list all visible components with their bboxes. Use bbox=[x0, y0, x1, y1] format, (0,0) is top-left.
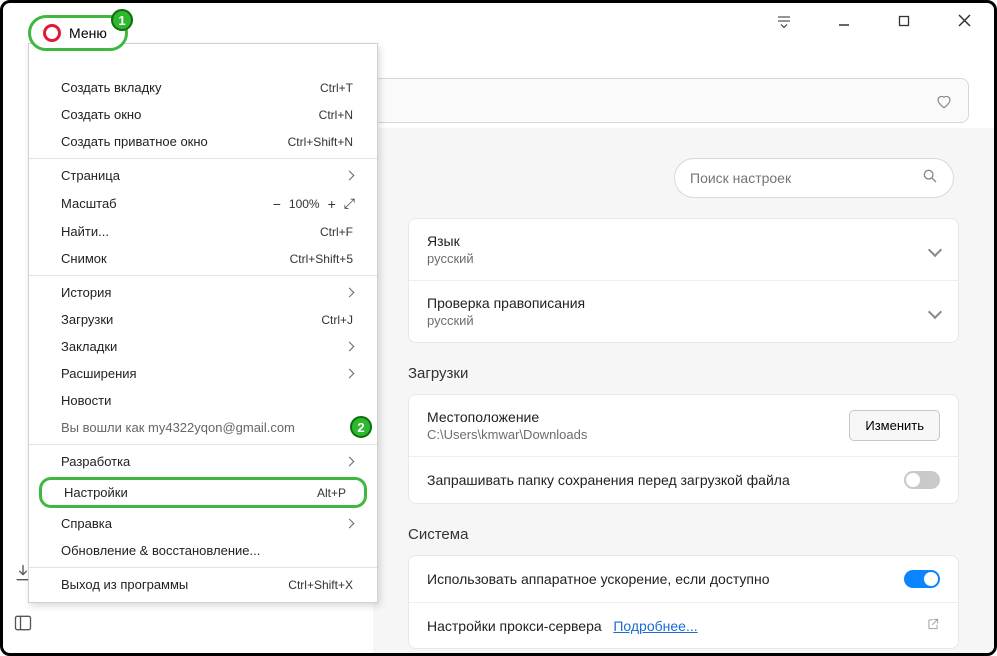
menu-new-window[interactable]: Создать окно Ctrl+N bbox=[29, 101, 377, 128]
menu-update-recovery[interactable]: Обновление & восстановление... bbox=[29, 537, 377, 564]
spellcheck-row[interactable]: Проверка правописания русский bbox=[409, 280, 958, 342]
proxy-more-link[interactable]: Подробнее... bbox=[613, 618, 697, 634]
menu-item-label: Расширения bbox=[61, 366, 137, 381]
chevron-right-icon bbox=[345, 457, 355, 467]
window-close[interactable] bbox=[949, 14, 979, 32]
menu-quit[interactable]: Выход из программы Ctrl+Shift+X bbox=[29, 571, 377, 598]
chevron-down-icon bbox=[928, 304, 942, 318]
shortcut: Ctrl+Shift+X bbox=[288, 578, 353, 592]
location-label: Местоположение bbox=[427, 409, 587, 425]
chevron-right-icon bbox=[345, 171, 355, 181]
chevron-right-icon bbox=[345, 369, 355, 379]
menu-item-label: Вы вошли как my4322yqon@gmail.com bbox=[61, 420, 295, 435]
menu-item-label: Обновление & восстановление... bbox=[61, 543, 260, 558]
annotation-badge-1: 1 bbox=[111, 9, 133, 31]
fullscreen-icon[interactable]: ⤢ bbox=[344, 195, 353, 212]
settings-search[interactable] bbox=[674, 158, 954, 198]
menu-find[interactable]: Найти... Ctrl+F bbox=[29, 218, 377, 245]
download-location-row: Местоположение C:\Users\kmwar\Downloads … bbox=[409, 395, 958, 456]
menu-snapshot[interactable]: Снимок Ctrl+Shift+5 bbox=[29, 245, 377, 272]
menu-logged-in-as: Вы вошли как my4322yqon@gmail.com bbox=[29, 414, 377, 441]
menu-item-label: Справка bbox=[61, 516, 112, 531]
menu-extensions[interactable]: Расширения bbox=[29, 360, 377, 387]
downloads-section-title: Загрузки bbox=[408, 365, 984, 382]
browser-prefs-icon[interactable] bbox=[769, 13, 799, 34]
hw-accel-row[interactable]: Использовать аппаратное ускорение, если … bbox=[409, 556, 958, 602]
shortcut: Ctrl+F bbox=[320, 225, 353, 239]
menu-downloads[interactable]: Загрузки Ctrl+J bbox=[29, 306, 377, 333]
chevron-down-icon bbox=[928, 242, 942, 256]
language-label: Язык bbox=[427, 233, 474, 249]
main-menu-panel: Создать вкладку Ctrl+T Создать окно Ctrl… bbox=[28, 43, 378, 603]
menu-item-label: Новости bbox=[61, 393, 111, 408]
change-button[interactable]: Изменить bbox=[849, 410, 940, 441]
menu-item-label: Создать приватное окно bbox=[61, 134, 208, 149]
shortcut: Alt+P bbox=[317, 486, 346, 500]
proxy-row[interactable]: Настройки прокси-сервера Подробнее... bbox=[409, 602, 958, 648]
shortcut: Ctrl+T bbox=[320, 81, 353, 95]
menu-item-label: Закладки bbox=[61, 339, 117, 354]
external-link-icon bbox=[926, 617, 940, 634]
ask-folder-label: Запрашивать папку сохранения перед загру… bbox=[427, 472, 790, 488]
menu-item-label: Создать вкладку bbox=[61, 80, 162, 95]
address-bar-area bbox=[373, 78, 969, 123]
menu-item-label: Снимок bbox=[61, 251, 107, 266]
menu-settings[interactable]: Настройки Alt+P bbox=[42, 480, 360, 505]
proxy-label: Настройки прокси-сервера bbox=[427, 618, 602, 634]
menu-new-private-window[interactable]: Создать приватное окно Ctrl+Shift+N bbox=[29, 128, 377, 155]
ask-folder-row[interactable]: Запрашивать папку сохранения перед загру… bbox=[409, 456, 958, 503]
menu-help[interactable]: Справка bbox=[29, 510, 377, 537]
spellcheck-value: русский bbox=[427, 313, 585, 328]
menu-zoom[interactable]: Масштаб − 100% + ⤢ bbox=[29, 189, 377, 218]
zoom-out-icon[interactable]: − bbox=[273, 196, 281, 212]
menu-news[interactable]: Новости bbox=[29, 387, 377, 414]
menu-item-label: История bbox=[61, 285, 111, 300]
search-icon bbox=[922, 168, 938, 189]
menu-item-label: Разработка bbox=[61, 454, 130, 469]
language-row[interactable]: Язык русский bbox=[409, 219, 958, 280]
shortcut: Ctrl+Shift+5 bbox=[290, 252, 353, 266]
hw-accel-toggle[interactable] bbox=[904, 570, 940, 588]
ask-folder-toggle[interactable] bbox=[904, 471, 940, 489]
location-value: C:\Users\kmwar\Downloads bbox=[427, 427, 587, 442]
shortcut: Ctrl+N bbox=[319, 108, 353, 122]
menu-item-label: Выход из программы bbox=[61, 577, 188, 592]
menu-new-tab[interactable]: Создать вкладку Ctrl+T bbox=[29, 74, 377, 101]
menu-item-label: Найти... bbox=[61, 224, 109, 239]
zoom-controls[interactable]: − 100% + ⤢ bbox=[273, 195, 353, 212]
downloads-card: Местоположение C:\Users\kmwar\Downloads … bbox=[408, 394, 959, 504]
menu-item-label: Страница bbox=[61, 168, 120, 183]
menu-bookmarks[interactable]: Закладки bbox=[29, 333, 377, 360]
spellcheck-label: Проверка правописания bbox=[427, 295, 585, 311]
system-card: Использовать аппаратное ускорение, если … bbox=[408, 555, 959, 649]
menu-label: Меню bbox=[69, 25, 107, 41]
zoom-value: 100% bbox=[289, 197, 320, 211]
shortcut: Ctrl+J bbox=[321, 313, 353, 327]
annotation-badge-2: 2 bbox=[350, 416, 372, 438]
menu-development[interactable]: Разработка bbox=[29, 448, 377, 475]
menu-item-label: Масштаб bbox=[61, 196, 117, 211]
menu-item-label: Настройки bbox=[64, 485, 128, 500]
menu-settings-highlight: Настройки Alt+P bbox=[39, 477, 367, 508]
menu-history[interactable]: История bbox=[29, 279, 377, 306]
opera-logo-icon bbox=[43, 24, 61, 42]
zoom-in-icon[interactable]: + bbox=[328, 196, 336, 212]
menu-item-label: Создать окно bbox=[61, 107, 141, 122]
menu-page[interactable]: Страница bbox=[29, 162, 377, 189]
chevron-right-icon bbox=[345, 288, 355, 298]
window-maximize[interactable] bbox=[889, 14, 919, 32]
heart-icon[interactable] bbox=[935, 92, 953, 110]
window-minimize[interactable] bbox=[829, 14, 859, 32]
chevron-right-icon bbox=[345, 342, 355, 352]
hw-accel-label: Использовать аппаратное ускорение, если … bbox=[427, 571, 769, 587]
sidebar-toggle-icon[interactable] bbox=[13, 613, 33, 638]
chevron-right-icon bbox=[345, 519, 355, 529]
menu-item-label: Загрузки bbox=[61, 312, 113, 327]
settings-search-input[interactable] bbox=[690, 170, 922, 186]
shortcut: Ctrl+Shift+N bbox=[288, 135, 353, 149]
system-section-title: Система bbox=[408, 526, 984, 543]
language-card: Язык русский Проверка правописания русск… bbox=[408, 218, 959, 343]
language-value: русский bbox=[427, 251, 474, 266]
